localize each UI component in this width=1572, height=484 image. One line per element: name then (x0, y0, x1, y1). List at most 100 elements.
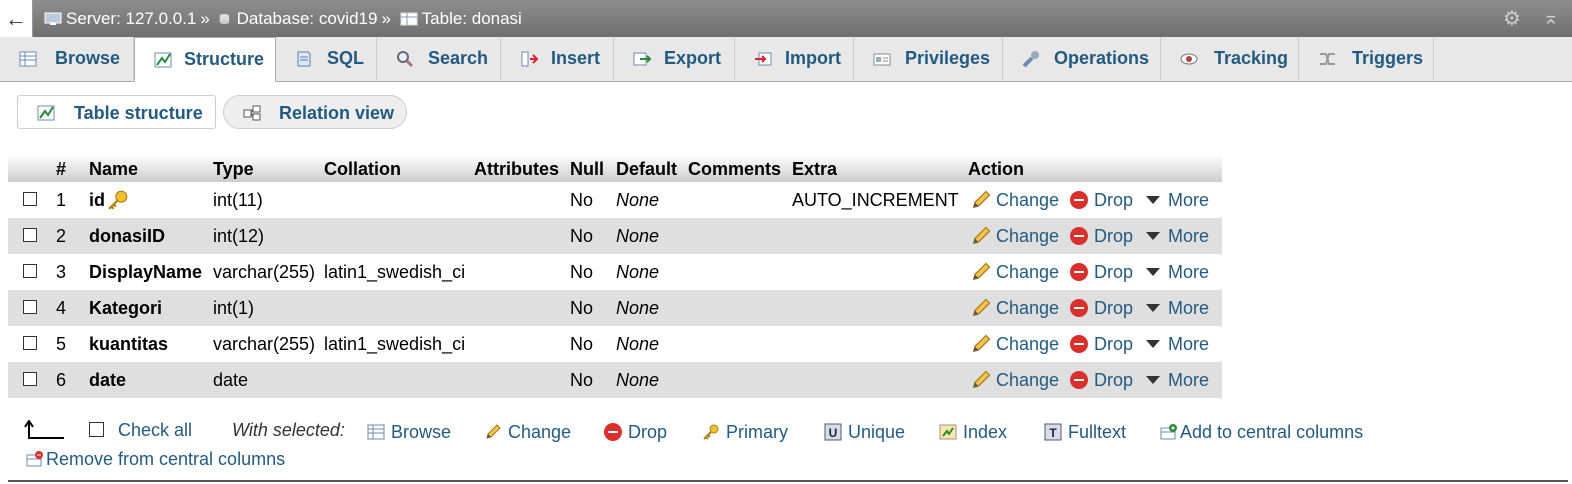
cell-null-text: No (570, 226, 594, 246)
cell-default-text: None (616, 334, 660, 354)
cell-num: 3 (56, 254, 66, 290)
drop-label: Drop (1094, 334, 1134, 354)
row-checkbox[interactable] (23, 192, 37, 206)
bulk-index-label: Index (963, 422, 1008, 442)
divider (8, 480, 1568, 482)
header-collation[interactable]: Collation (324, 155, 401, 182)
row-checkbox[interactable] (23, 228, 37, 242)
subtab-label: Table structure (74, 103, 203, 123)
cell-null: No (570, 182, 593, 218)
fulltext-icon: T (1044, 423, 1062, 441)
drop-button[interactable]: Drop (1070, 182, 1133, 218)
change-button[interactable]: Change (970, 362, 1059, 398)
more-label: More (1168, 190, 1210, 210)
header-null[interactable]: Null (570, 155, 604, 182)
drop-label: Drop (1094, 226, 1134, 246)
remove-central-columns-button[interactable]: Remove from central columns (26, 447, 285, 471)
database-icon (219, 13, 229, 25)
tab-tracking[interactable]: Tracking (1161, 37, 1299, 80)
cell-num-text: 2 (56, 226, 67, 246)
collapse-icon[interactable]: ⌅ (1540, 7, 1562, 29)
drop-button[interactable]: Drop (1070, 362, 1133, 398)
tab-search[interactable]: Search (377, 37, 501, 80)
bulk-unique-button[interactable]: U Unique (824, 420, 905, 444)
bulk-primary-button[interactable]: Primary (702, 420, 788, 444)
cell-null: No (570, 254, 593, 290)
gear-icon[interactable]: ⚙ (1503, 8, 1525, 30)
bulk-browse-button[interactable]: Browse (367, 420, 451, 444)
tab-privileges[interactable]: Privileges (854, 37, 1003, 80)
drop-button[interactable]: Drop (1070, 290, 1133, 326)
bulk-index-button[interactable]: Index (939, 420, 1007, 444)
bulk-browse-label: Browse (391, 422, 452, 442)
svg-text:U: U (829, 426, 838, 440)
back-arrow-icon[interactable]: ← (0, 0, 33, 37)
bulk-change-button[interactable]: Change (484, 420, 571, 444)
more-button[interactable]: More (1146, 218, 1209, 254)
drop-icon (1070, 335, 1088, 353)
header-attributes[interactable]: Attributes (474, 155, 559, 182)
header-name[interactable]: Name (89, 155, 138, 182)
breadcrumb-server[interactable]: Server: 127.0.0.1 (66, 9, 196, 28)
more-button[interactable]: More (1146, 362, 1209, 398)
bulk-drop-button[interactable]: Drop (604, 420, 667, 444)
header-comments[interactable]: Comments (688, 155, 781, 182)
cell-name-text: DisplayName (89, 262, 203, 282)
header-type[interactable]: Type (213, 155, 254, 182)
tab-label: Operations (1054, 48, 1150, 68)
check-all-link[interactable]: Check all (118, 418, 192, 442)
change-button[interactable]: Change (970, 290, 1059, 326)
breadcrumb-database[interactable]: Database: covid19 (237, 9, 378, 28)
change-button[interactable]: Change (970, 326, 1059, 362)
change-button[interactable]: Change (970, 218, 1059, 254)
cell-null: No (570, 218, 593, 254)
tab-export[interactable]: Export (614, 37, 735, 80)
tab-label: Structure (184, 49, 265, 69)
bulk-drop-label: Drop (628, 422, 668, 442)
chevron-down-icon (1146, 232, 1160, 240)
header-default[interactable]: Default (616, 155, 677, 182)
row-checkbox[interactable] (23, 336, 37, 350)
row-checkbox[interactable] (23, 372, 37, 386)
more-button[interactable]: More (1146, 326, 1209, 362)
drop-button[interactable]: Drop (1070, 218, 1133, 254)
subtab-relation-view[interactable]: Relation view (223, 95, 407, 129)
drop-icon (1070, 371, 1088, 389)
tab-operations[interactable]: Operations (1003, 37, 1161, 80)
subtab-table-structure[interactable]: Table structure (17, 95, 216, 129)
table-row: 2 donasiID int(12) No None Change Drop More (8, 218, 1222, 254)
cell-type-text: varchar(255) (213, 334, 316, 354)
drop-button[interactable]: Drop (1070, 326, 1133, 362)
change-button[interactable]: Change (970, 182, 1059, 218)
tab-label: Privileges (905, 48, 991, 68)
tab-triggers[interactable]: Triggers (1299, 37, 1434, 80)
header-extra[interactable]: Extra (792, 155, 837, 182)
more-button[interactable]: More (1146, 182, 1209, 218)
check-all-checkbox[interactable] (89, 422, 104, 437)
row-checkbox[interactable] (23, 264, 37, 278)
tab-import[interactable]: Import (735, 37, 854, 80)
cell-type-text: date (213, 370, 249, 390)
row-checkbox[interactable] (23, 300, 37, 314)
tab-sql[interactable]: SQL (276, 37, 377, 80)
table-row: 4 Kategori int(1) No None Change Drop More (8, 290, 1222, 326)
breadcrumb-table[interactable]: Table: donasi (422, 9, 522, 28)
drop-button[interactable]: Drop (1070, 254, 1133, 290)
more-label: More (1168, 370, 1210, 390)
add-central-columns-button[interactable]: Add to central columns (1160, 420, 1363, 444)
cell-null: No (570, 362, 593, 398)
bulk-fulltext-button[interactable]: T Fulltext (1044, 420, 1126, 444)
chevron-down-icon (1146, 376, 1160, 384)
pencil-icon (972, 370, 991, 389)
tab-browse[interactable]: Browse (0, 37, 134, 80)
change-label: Change (996, 334, 1060, 354)
cell-null-text: No (570, 370, 594, 390)
tab-insert[interactable]: Insert (501, 37, 614, 80)
change-button[interactable]: Change (970, 254, 1059, 290)
tab-structure[interactable]: Structure (134, 37, 276, 82)
more-button[interactable]: More (1146, 254, 1209, 290)
header-action: Action (968, 159, 1024, 179)
cell-name: Kategori (89, 290, 162, 326)
more-button[interactable]: More (1146, 290, 1209, 326)
cell-name-text: kuantitas (89, 334, 169, 354)
